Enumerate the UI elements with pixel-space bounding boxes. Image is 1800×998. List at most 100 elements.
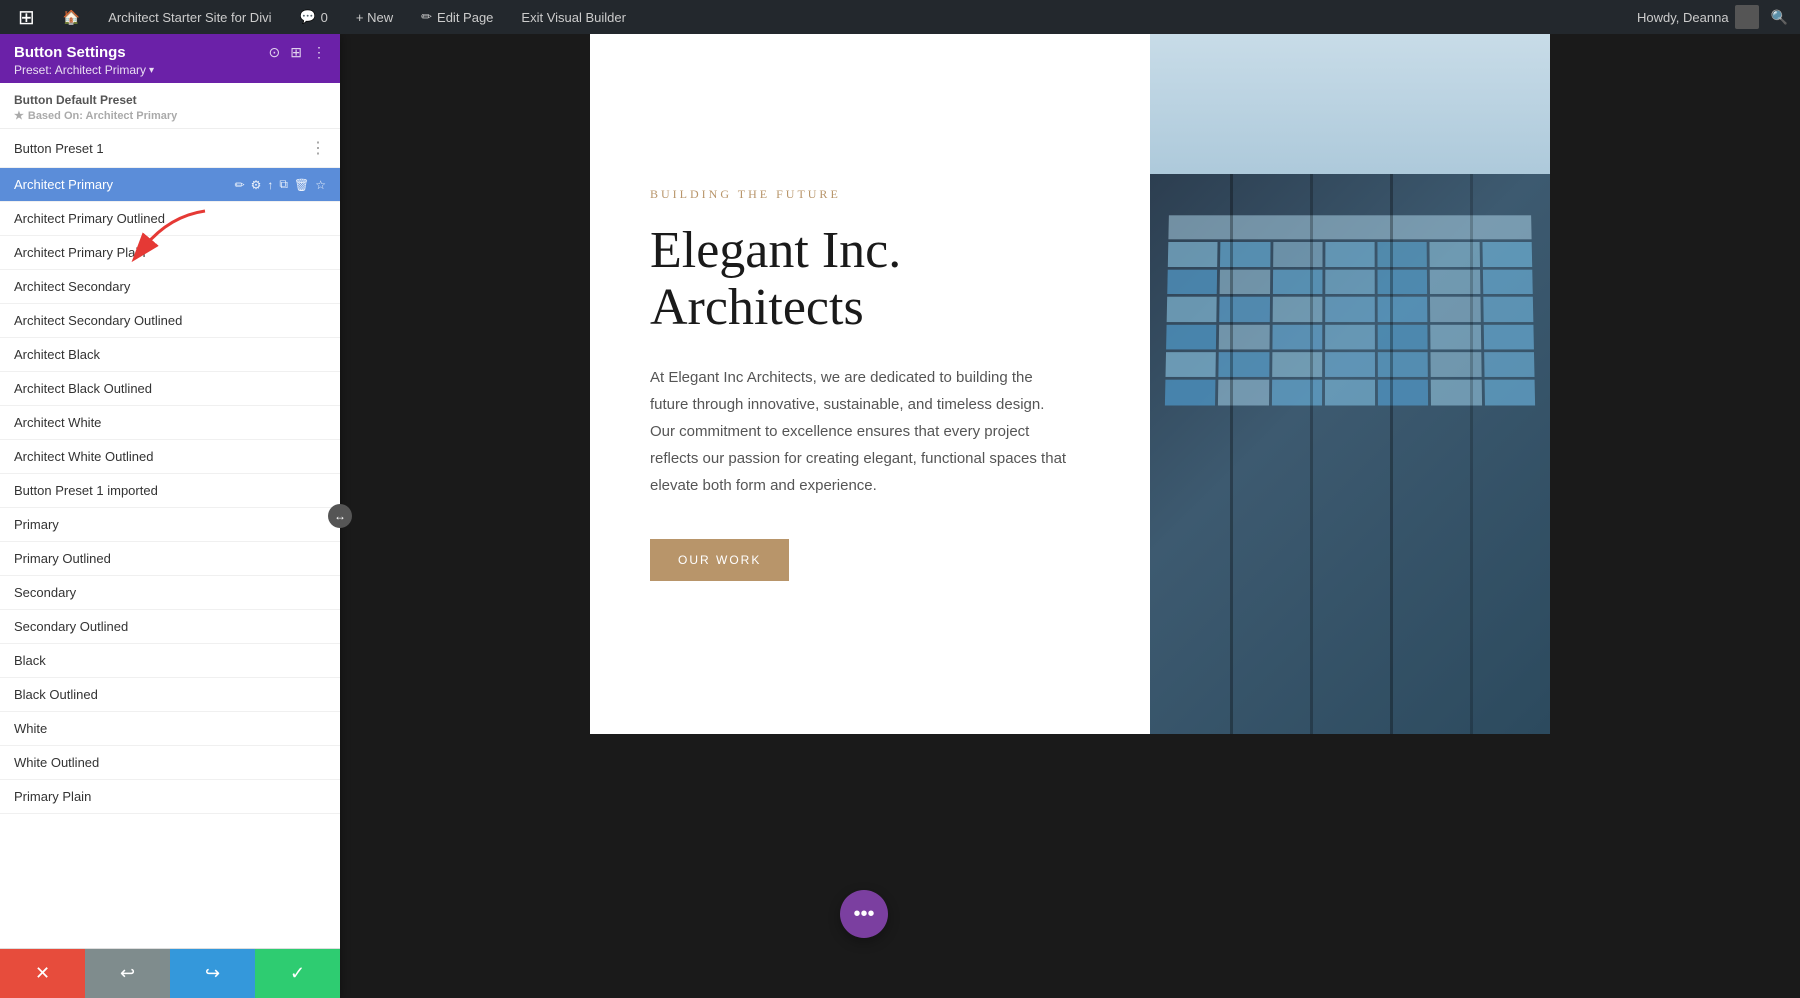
preset-item-label: Primary <box>14 517 326 532</box>
edit-page-item[interactable]: ✏ Edit Page <box>415 0 499 34</box>
star-icon: ★ <box>14 109 24 122</box>
hero-eyebrow: BUILDING THE FUTURE <box>650 187 1090 202</box>
hero-title: Elegant Inc. Architects <box>650 222 1090 336</box>
panel-header: Button Settings ⊙ ⊞ ⋮ Preset: Architect … <box>0 34 340 83</box>
save-button[interactable]: ✓ <box>255 949 340 998</box>
preset-item-label: Architect Primary Outlined <box>14 211 326 226</box>
copy-icon[interactable]: ⧉ <box>279 177 288 192</box>
preset-item-architect-white[interactable]: Architect White <box>0 406 340 440</box>
admin-bar: ⊞ 🏠 Architect Starter Site for Divi 💬 0 … <box>0 0 1800 34</box>
hero-image-column <box>1150 34 1550 734</box>
admin-search-icon[interactable]: 🔍 <box>1771 9 1788 26</box>
preset-item-label: Architect White Outlined <box>14 449 326 464</box>
floating-action-button[interactable]: ••• <box>840 890 888 938</box>
edit-icon[interactable]: ✏ <box>235 178 245 192</box>
content-area: BUILDING THE FUTURE Elegant Inc. Archite… <box>340 34 1800 998</box>
new-item[interactable]: + New <box>350 0 399 34</box>
undo-button[interactable]: ↩ <box>85 949 170 998</box>
preset-item-label: Architect Secondary Outlined <box>14 313 326 328</box>
upload-icon[interactable]: ↑ <box>267 178 273 192</box>
user-avatar <box>1735 5 1759 29</box>
preset-item-architect-secondary[interactable]: Architect Secondary <box>0 270 340 304</box>
preset-item-label: Architect Black Outlined <box>14 381 326 396</box>
edit-page-icon: ✏ <box>421 9 432 25</box>
panel-preset-selector[interactable]: Preset: Architect Primary ▾ <box>14 63 326 77</box>
howdy-label: Howdy, Deanna <box>1637 10 1729 25</box>
preset-item-primary[interactable]: Primary <box>0 508 340 542</box>
preset-item-label: Black <box>14 653 326 668</box>
customize-icon[interactable]: 🏠 <box>57 0 86 34</box>
save-icon: ✓ <box>290 963 305 984</box>
comment-item[interactable]: 💬 0 <box>293 0 333 34</box>
preset-item-architect-secondary-outlined[interactable]: Architect Secondary Outlined <box>0 304 340 338</box>
site-name-item[interactable]: Architect Starter Site for Divi <box>102 0 277 34</box>
page-preview: BUILDING THE FUTURE Elegant Inc. Archite… <box>590 34 1550 734</box>
redo-button[interactable]: ↪ <box>170 949 255 998</box>
cancel-button[interactable]: ✕ <box>0 949 85 998</box>
hero-section: BUILDING THE FUTURE Elegant Inc. Archite… <box>590 34 1550 734</box>
preset-item-primary-plain[interactable]: Primary Plain <box>0 780 340 814</box>
wp-logo-item[interactable]: ⊞ <box>12 0 41 34</box>
button-settings-panel: Button Settings ⊙ ⊞ ⋮ Preset: Architect … <box>0 34 340 998</box>
panel-header-top: Button Settings ⊙ ⊞ ⋮ <box>14 44 326 61</box>
preset-item-architect-primary-plain[interactable]: Architect Primary Plain <box>0 236 340 270</box>
hero-body: At Elegant Inc Architects, we are dedica… <box>650 364 1070 499</box>
default-preset-header: Button Default Preset ★ Based On: Archit… <box>0 83 340 129</box>
preset-item-label: Architect White <box>14 415 326 430</box>
delete-icon[interactable]: 🗑 <box>294 178 309 192</box>
preset-item-black[interactable]: Black <box>0 644 340 678</box>
exit-builder-item[interactable]: Exit Visual Builder <box>515 0 632 34</box>
panel-more-icon[interactable]: ⋮ <box>312 44 326 61</box>
preset-item-button-preset-1-imported[interactable]: Button Preset 1 imported <box>0 474 340 508</box>
hero-cta-button[interactable]: OUR WORK <box>650 539 789 581</box>
panel-footer: ✕ ↩ ↪ ✓ <box>0 948 340 998</box>
preset-item-architect-black-outlined[interactable]: Architect Black Outlined <box>0 372 340 406</box>
preset-item-label: Primary Plain <box>14 789 326 804</box>
star-icon[interactable]: ☆ <box>315 178 326 192</box>
panel-grid-icon[interactable]: ⊞ <box>290 44 302 61</box>
comment-icon: 💬 <box>299 9 315 25</box>
preset-item-label: White Outlined <box>14 755 326 770</box>
howdy-item[interactable]: Howdy, Deanna <box>1637 5 1759 29</box>
preset-more-icon[interactable]: ⋮ <box>310 138 326 158</box>
based-on-label: Based On: Architect Primary <box>28 110 177 122</box>
undo-icon: ↩ <box>120 963 135 984</box>
panel-title: Button Settings <box>14 44 126 61</box>
preset-item-label: Secondary Outlined <box>14 619 326 634</box>
preset-item-label: Button Preset 1 <box>14 141 310 156</box>
preset-item-label: Primary Outlined <box>14 551 326 566</box>
preset-item-label: Architect Black <box>14 347 326 362</box>
preset-item-label: Architect Primary Plain <box>14 245 326 260</box>
hero-text-column: BUILDING THE FUTURE Elegant Inc. Archite… <box>590 34 1150 734</box>
main-layout: Button Settings ⊙ ⊞ ⋮ Preset: Architect … <box>0 0 1800 998</box>
preset-item-label: Black Outlined <box>14 687 326 702</box>
preset-item-architect-primary-outlined[interactable]: Architect Primary Outlined <box>0 202 340 236</box>
preset-item-label: Secondary <box>14 585 326 600</box>
hero-cta-label: OUR WORK <box>678 553 761 567</box>
preset-item-white[interactable]: White <box>0 712 340 746</box>
preset-item-label: White <box>14 721 326 736</box>
default-preset-title: Button Default Preset <box>14 93 326 107</box>
preset-item-label: Button Preset 1 imported <box>14 483 326 498</box>
preset-item-architect-white-outlined[interactable]: Architect White Outlined <box>0 440 340 474</box>
preset-item-secondary[interactable]: Secondary <box>0 576 340 610</box>
preset-list: Button Default Preset ★ Based On: Archit… <box>0 83 340 948</box>
panel-sync-icon[interactable]: ⊙ <box>269 44 281 61</box>
settings-icon[interactable]: ⚙ <box>251 178 262 192</box>
preset-item-white-outlined[interactable]: White Outlined <box>0 746 340 780</box>
admin-bar-left: ⊞ 🏠 Architect Starter Site for Divi 💬 0 … <box>12 0 632 34</box>
preset-item-architect-primary[interactable]: Architect Primary ✏ ⚙ ↑ ⧉ 🗑 ☆ <box>0 168 340 202</box>
comment-count: 0 <box>321 10 328 25</box>
exit-builder-label: Exit Visual Builder <box>521 10 626 25</box>
wp-logo-icon: ⊞ <box>18 5 35 30</box>
preset-item-secondary-outlined[interactable]: Secondary Outlined <box>0 610 340 644</box>
panel-preset-label: Preset: Architect Primary <box>14 63 146 77</box>
preset-item-black-outlined[interactable]: Black Outlined <box>0 678 340 712</box>
preset-item-primary-outlined[interactable]: Primary Outlined <box>0 542 340 576</box>
panel-header-icons: ⊙ ⊞ ⋮ <box>269 44 326 61</box>
preset-item-button-preset-1[interactable]: Button Preset 1 ⋮ <box>0 129 340 168</box>
resize-handle[interactable]: ↔ <box>328 504 352 528</box>
preset-item-architect-black[interactable]: Architect Black <box>0 338 340 372</box>
default-preset-subtext: ★ Based On: Architect Primary <box>14 109 326 122</box>
customize-icon-symbol: 🏠 <box>63 9 80 26</box>
